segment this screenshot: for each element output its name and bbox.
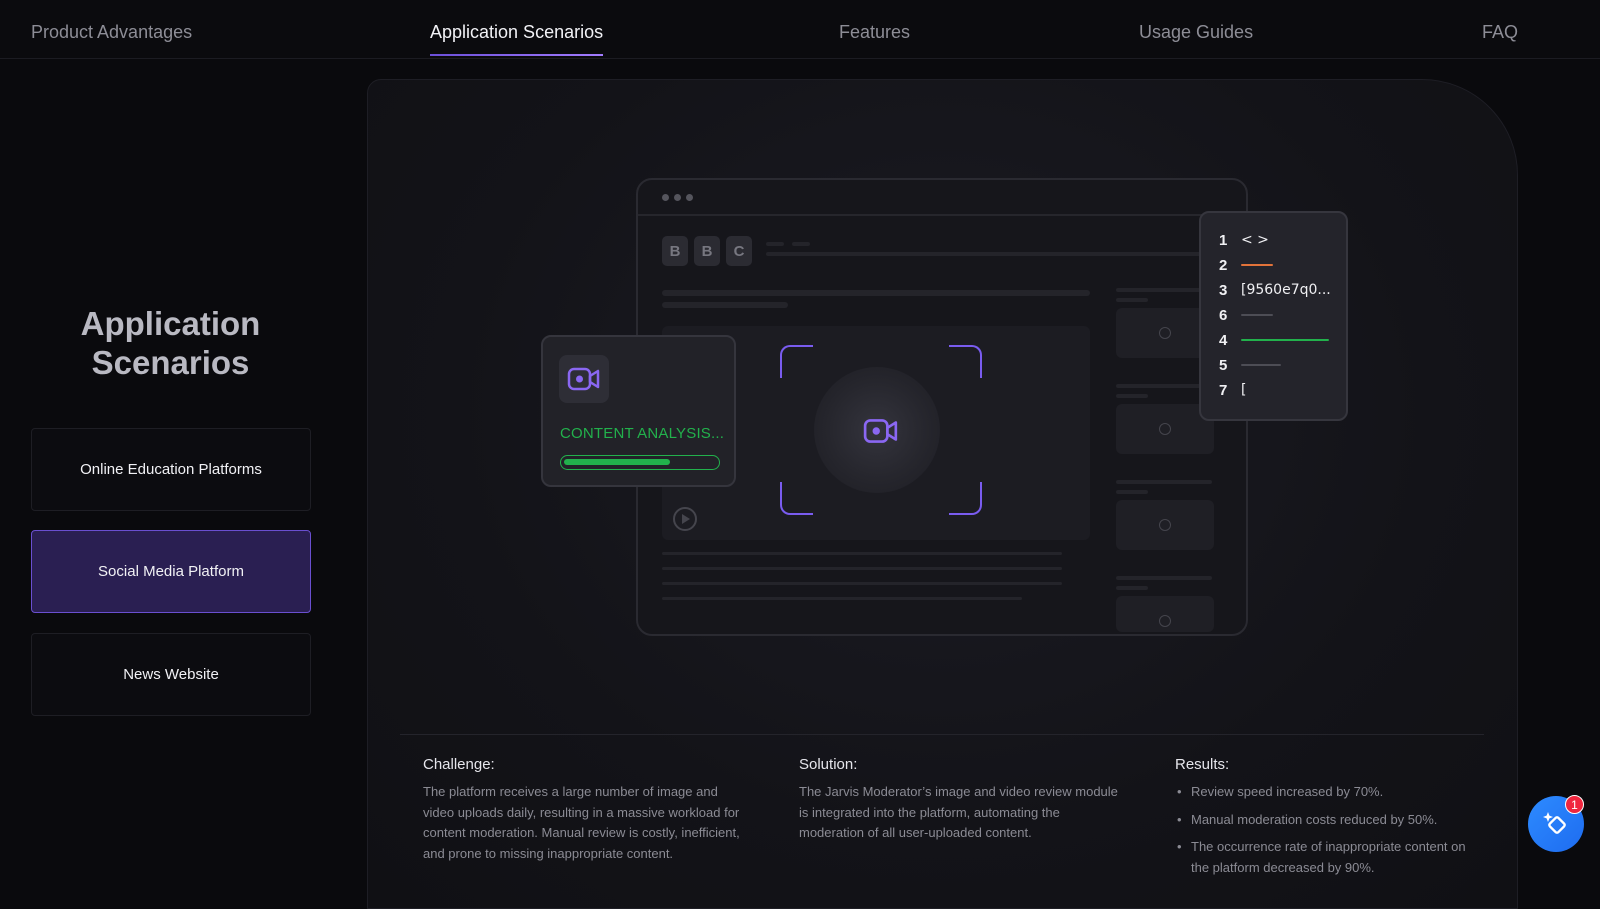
play-icon xyxy=(1159,615,1171,627)
code-line: 5 xyxy=(1219,355,1339,375)
placeholder-bar xyxy=(1116,576,1212,580)
format-bold-button: B xyxy=(662,236,688,266)
placeholder-bar xyxy=(1116,480,1212,484)
solution-section: Solution: The Jarvis Moderator’s image a… xyxy=(799,756,1119,844)
line-number: 1 xyxy=(1219,231,1228,249)
format-bold-button: B xyxy=(694,236,720,266)
placeholder-bar xyxy=(1116,298,1148,302)
top-navigation: Product Advantages Application Scenarios… xyxy=(0,0,1600,59)
placeholder-bar xyxy=(662,582,1062,585)
tab-features[interactable]: Features xyxy=(839,22,910,43)
challenge-body: The platform receives a large number of … xyxy=(423,784,740,861)
placeholder-bar xyxy=(1116,394,1148,398)
sidebar-title: Application Scenarios xyxy=(80,305,261,381)
frame-corner xyxy=(949,345,982,378)
video-camera-icon xyxy=(863,419,898,443)
content-analysis-card: CONTENT ANALYSIS... xyxy=(541,335,736,487)
line-number: 6 xyxy=(1219,306,1228,324)
challenge-section: Challenge: The platform receives a large… xyxy=(423,756,743,864)
mock-window-titlebar xyxy=(638,180,1246,216)
placeholder-bar xyxy=(1116,288,1212,292)
window-dot xyxy=(662,194,669,201)
placeholder-bar xyxy=(662,302,788,308)
scenario-news-website-button[interactable]: News Website xyxy=(31,633,311,716)
placeholder-bar xyxy=(662,567,1062,570)
play-icon xyxy=(1159,519,1171,531)
analysis-progress-bar xyxy=(560,455,720,470)
placeholder-bar xyxy=(662,552,1062,555)
window-dot xyxy=(674,194,681,201)
video-camera-icon-glyph xyxy=(567,367,600,391)
tab-faq[interactable]: FAQ xyxy=(1482,22,1518,43)
play-icon xyxy=(1159,327,1171,339)
code-stroke xyxy=(1241,264,1273,266)
tab-usage-guides[interactable]: Usage Guides xyxy=(1139,22,1253,43)
play-icon xyxy=(673,507,697,531)
line-number: 4 xyxy=(1219,331,1228,349)
scenario-online-education-button[interactable]: Online Education Platforms xyxy=(31,428,311,511)
scan-focus-frame xyxy=(780,345,982,515)
analysis-progress-fill xyxy=(564,459,670,465)
code-line: 3 [9560e7q0... xyxy=(1219,280,1339,300)
code-text: [ xyxy=(1241,382,1247,398)
line-number: 3 xyxy=(1219,281,1228,299)
code-stroke xyxy=(1241,364,1281,366)
tab-application-scenarios[interactable]: Application Scenarios xyxy=(430,22,604,56)
code-stroke xyxy=(1241,339,1329,341)
active-tab-underline xyxy=(430,54,604,56)
video-camera-icon xyxy=(559,355,609,403)
video-thumbnail xyxy=(1116,500,1214,550)
sparkle-diamond-icon xyxy=(1543,812,1566,834)
video-thumbnail xyxy=(1116,596,1214,632)
scenario-social-media-button[interactable]: Social Media Platform xyxy=(31,530,311,613)
placeholder-bar xyxy=(1116,490,1148,494)
section-divider xyxy=(400,734,1484,735)
code-text: [9560e7q0... xyxy=(1241,282,1331,298)
placeholder-bar xyxy=(766,252,1226,256)
results-section: Results: Review speed increased by 70%. … xyxy=(1175,756,1485,885)
placeholder-bar xyxy=(1116,384,1212,388)
placeholder-bar xyxy=(792,242,810,246)
code-line: 4 xyxy=(1219,330,1339,350)
tab-application-scenarios-label: Application Scenarios xyxy=(430,22,604,42)
format-code-button: C xyxy=(726,236,752,266)
code-stroke xyxy=(1241,314,1273,316)
code-text: < > xyxy=(1241,232,1269,248)
frame-corner xyxy=(780,482,813,515)
frame-corner xyxy=(780,345,813,378)
result-item: The occurrence rate of inappropriate con… xyxy=(1175,837,1485,878)
window-dot xyxy=(686,194,693,201)
results-heading: Results: xyxy=(1175,756,1230,773)
code-line: 6 xyxy=(1219,305,1339,325)
tab-product-advantages[interactable]: Product Advantages xyxy=(31,22,192,43)
result-item: Manual moderation costs reduced by 50%. xyxy=(1175,810,1485,831)
result-item: Review speed increased by 70%. xyxy=(1175,782,1485,803)
play-icon xyxy=(1159,423,1171,435)
placeholder-bar xyxy=(662,597,1022,600)
notification-badge: 1 xyxy=(1565,795,1584,814)
placeholder-bar xyxy=(662,290,1090,296)
line-number: 2 xyxy=(1219,256,1228,274)
line-number: 7 xyxy=(1219,381,1228,399)
content-analysis-label: CONTENT ANALYSIS... xyxy=(560,425,725,442)
challenge-heading: Challenge: xyxy=(423,756,495,773)
code-line: 7 [ xyxy=(1219,380,1339,400)
line-number: 5 xyxy=(1219,356,1228,374)
solution-heading: Solution: xyxy=(799,756,858,773)
placeholder-bar xyxy=(766,242,784,246)
code-line: 2 xyxy=(1219,255,1339,275)
solution-body: The Jarvis Moderator’s image and video r… xyxy=(799,784,1118,840)
placeholder-bar xyxy=(1116,586,1148,590)
code-snippet-card: 1 < > 2 3 [9560e7q0... 6 4 5 7 [ xyxy=(1199,211,1348,421)
code-line: 1 < > xyxy=(1219,230,1339,250)
results-list: Review speed increased by 70%. Manual mo… xyxy=(1175,782,1485,878)
frame-corner xyxy=(949,482,982,515)
